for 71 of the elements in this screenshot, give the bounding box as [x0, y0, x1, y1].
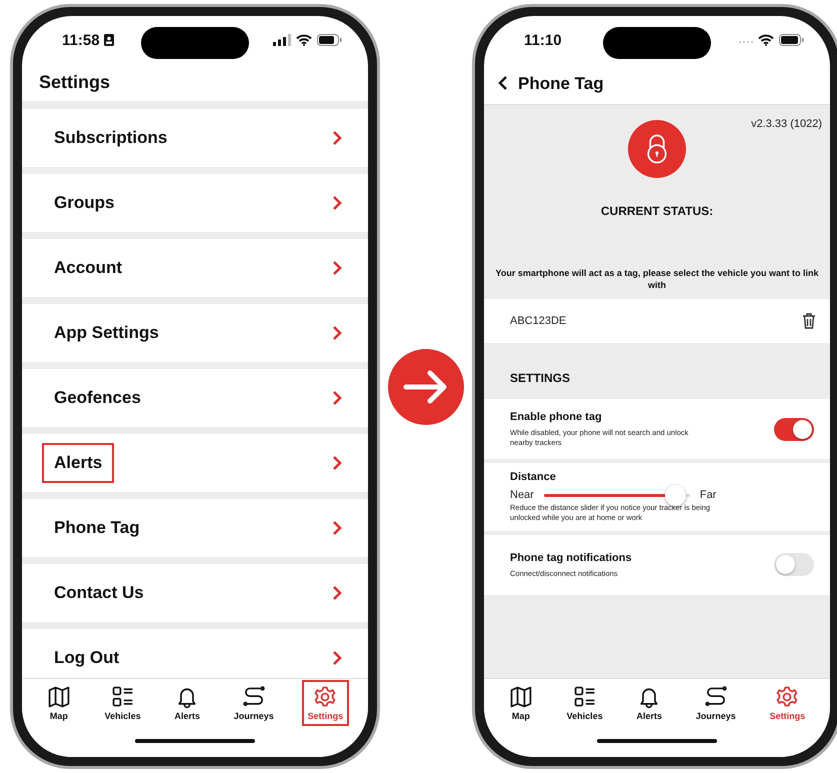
tab-bar-item[interactable]: Alerts: [168, 680, 206, 726]
tab-bar-item[interactable]: Map: [40, 680, 77, 726]
wifi-icon: [296, 34, 312, 46]
list-icon: [572, 685, 597, 709]
chevron-right-icon: [332, 325, 342, 341]
chevron-right-icon: [332, 130, 342, 146]
settings-menu-item[interactable]: App Settings: [22, 304, 368, 362]
battery-icon: [317, 34, 342, 46]
settings-menu-item[interactable]: Contact Us: [22, 564, 368, 622]
status-time: 11:10: [524, 32, 562, 48]
toggle-switch[interactable]: [774, 553, 814, 576]
tab-bar-item[interactable]: Vehicles: [98, 680, 147, 726]
chevron-right-icon: [332, 260, 342, 276]
slider-thumb[interactable]: [665, 484, 686, 506]
settings-menu-item[interactable]: Geofences: [22, 369, 368, 427]
slider-max-label: Far: [700, 489, 716, 502]
menu-item-label: Log Out: [53, 647, 120, 669]
vehicle-name: ABC123DE: [510, 315, 566, 328]
settings-menu-item[interactable]: Groups: [22, 174, 368, 232]
map-icon: [46, 685, 71, 709]
menu-item-label: Subscriptions: [53, 127, 168, 149]
setting-title: Enable phone tag: [510, 411, 603, 424]
tab-bar-item[interactable]: Settings: [764, 680, 812, 726]
route-icon: [704, 685, 728, 709]
chevron-right-icon: [332, 390, 342, 406]
settings-menu-item[interactable]: Phone Tag: [22, 499, 368, 557]
arrow-right-icon: [388, 348, 464, 424]
chevron-right-icon: [332, 650, 342, 666]
tab-bar-item[interactable]: Map: [502, 680, 539, 726]
map-icon: [508, 685, 533, 709]
chevron-right-icon: [332, 455, 342, 471]
settings-icon: [775, 685, 800, 709]
menu-item-label: Geofences: [53, 387, 142, 409]
settings-menu-item[interactable]: Account: [22, 239, 368, 297]
menu-item-label: Groups: [53, 192, 116, 214]
tab-bar-item[interactable]: Vehicles: [560, 680, 609, 726]
menu-item-label: Alerts: [42, 443, 114, 483]
chevron-right-icon: [332, 520, 342, 536]
instruction-text: Your smartphone will act as a tag, please select the vehicle you want to link with: [494, 268, 820, 292]
status-heading: CURRENT STATUS:: [600, 204, 714, 218]
tab-bar-item[interactable]: Settings: [302, 680, 350, 726]
tab-bar-item[interactable]: Journeys: [690, 680, 742, 726]
wifi-icon: [758, 34, 774, 46]
status-time: 11:58: [62, 32, 100, 48]
padlock-icon: [628, 120, 686, 178]
setting-title: Phone tag notifications: [510, 552, 632, 564]
route-icon: [242, 685, 266, 709]
signal-icon: [273, 34, 291, 46]
id-card-icon: [104, 34, 114, 46]
chevron-right-icon: [332, 585, 342, 601]
settings-menu-item[interactable]: Log Out: [22, 629, 368, 678]
screen-title: Settings: [38, 71, 110, 94]
slider-min-label: Near: [510, 489, 534, 502]
menu-item-label: Contact Us: [53, 582, 145, 604]
setting-title: Distance: [510, 471, 557, 484]
menu-item-label: Account: [53, 257, 123, 279]
section-title: SETTINGS: [509, 370, 570, 388]
settings-menu-item[interactable]: Alerts: [22, 434, 368, 492]
menu-item-label: App Settings: [53, 322, 160, 344]
toggle-switch[interactable]: [774, 418, 814, 441]
menu-item-label: Phone Tag: [53, 517, 141, 539]
list-icon: [110, 685, 135, 709]
tab-bar-item[interactable]: Alerts: [630, 680, 668, 726]
battery-icon: [779, 34, 804, 46]
settings-icon: [313, 685, 338, 709]
chevron-right-icon: [332, 195, 342, 211]
delete-button[interactable]: [802, 313, 816, 330]
screen-title: Phone Tag: [518, 74, 604, 94]
tab-bar-item[interactable]: Journeys: [228, 680, 280, 726]
settings-menu-item[interactable]: Subscriptions: [22, 109, 368, 167]
version-label: v2.3.33 (1022): [751, 118, 822, 130]
